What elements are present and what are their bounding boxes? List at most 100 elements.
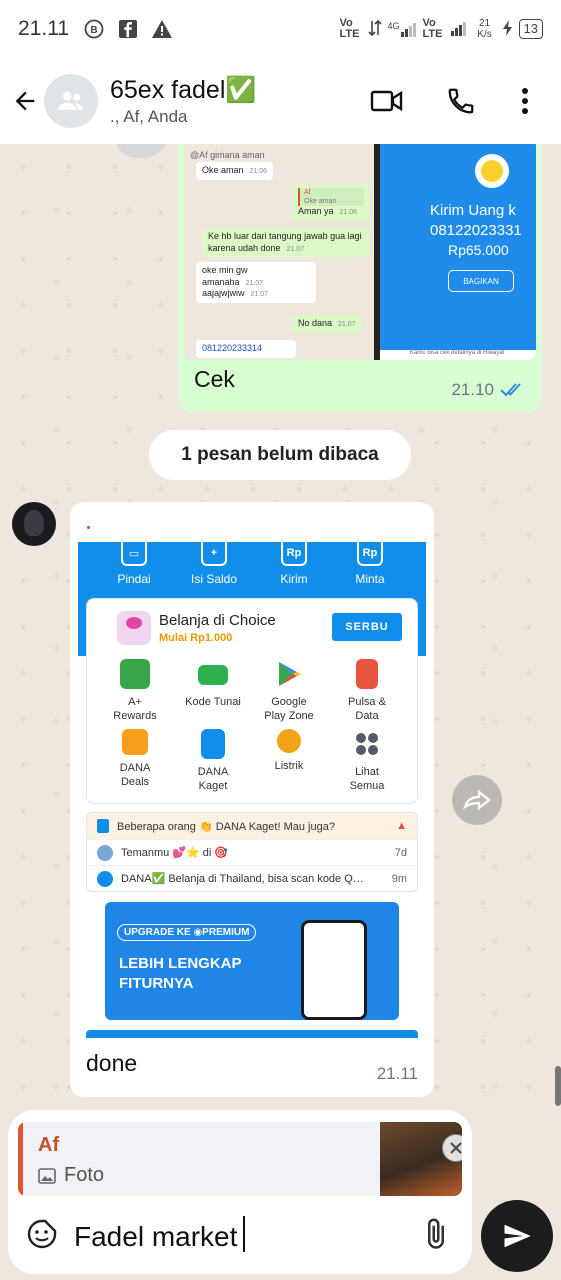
promo-title: Belanja di Choice [159,612,276,629]
signal-icon [450,20,467,39]
google-play-icon [279,662,301,686]
close-icon [450,1142,462,1154]
status-bar: 21.11 B Vo LTE 4G Vo LTE 21 K/s 13 [0,0,561,58]
banner-tag: UPGRADE KE ◉PREMIUM [117,924,257,941]
video-call-button[interactable] [362,76,412,126]
notif-temanmu: Temanmu 💕⭐ di 🎯 7d [87,839,417,865]
net-speed: 21 K/s [477,18,492,40]
lazada-choice-logo [117,611,151,645]
phone-icon [448,88,474,114]
unread-divider: 1 pesan belum dibaca [149,430,411,480]
svc-lihat-semua: Lihat Semua [331,729,403,794]
volte-icon: Vo LTE [339,17,360,40]
more-options-button[interactable] [502,76,548,126]
reply-preview[interactable]: Af Foto [18,1122,462,1196]
dana-avatar [97,870,113,887]
image-attachment[interactable]: @Af gimana aman Oke aman 21.06 Af Oke ama… [184,144,536,360]
transfer-number: 08122023331 [430,222,522,239]
forward-button[interactable] [452,775,502,825]
attach-button[interactable] [418,1216,454,1252]
message-caption: done [86,1050,138,1076]
qa-minta: Rp Minta [330,542,410,586]
cash-icon [198,665,228,685]
chat-title: 65ex fadel✅ [110,75,257,104]
banner-text: LEBIH LENGKAP FITURNYA [119,955,242,992]
chat-header: 65ex fadel✅ ., Af, Anda [0,58,561,144]
chat-title-area[interactable]: 65ex fadel✅ ., Af, Anda [110,76,257,127]
transfer-amount: Rp65.000 [448,242,509,258]
message-time: 21.11 [376,1064,418,1083]
sticker-icon [27,1219,57,1249]
emoji-button[interactable] [26,1218,58,1250]
close-reply-button[interactable] [442,1134,462,1162]
send-button[interactable] [481,1200,553,1272]
double-check-icon [500,383,521,397]
friend-avatar [97,844,113,861]
send-icon [504,1224,531,1248]
kebab-menu-icon [522,88,528,114]
chat-area[interactable]: @Af gimana aman Oke aman 21.06 Af Oke ama… [0,144,561,1110]
message-caption: Cek [194,366,235,392]
svc-listrik: Listrik [253,729,325,773]
trophy-icon [120,659,150,689]
charging-icon [502,19,513,39]
mini-msg: @Af gimana aman [190,150,265,160]
video-camera-icon [370,90,403,112]
dana-bottom-strip [86,1030,418,1038]
image-attachment[interactable]: ▭ Pindai + Isi Saldo Rp Kirim Rp Minta Belan… [78,542,426,1038]
group-icon [58,91,83,110]
warning-icon [151,18,173,40]
signal-4g-icon: 4G [388,21,417,37]
arrow-left-icon [15,91,35,111]
photo-icon [38,1167,56,1184]
mini-msg: Ke hb luar dari tangung jawab gua lagi k… [202,228,370,258]
forward-icon [463,789,491,811]
back-button[interactable] [0,76,50,126]
message-time: 21.10 [451,380,494,399]
b-badge-icon: B [83,18,105,40]
volte2-icon: Vo LTE [422,17,443,40]
qa-pindai: ▭ Pindai [94,542,174,586]
notif-kaget: Beberapa orang 👏 DANA Kaget! Mau juga? ▲ [87,813,417,839]
transfer-footer: Kamu bisa cek detailnya di Riwayat [380,350,536,360]
voice-call-button[interactable] [436,76,486,126]
incoming-image-message[interactable]: ▭ Pindai + Isi Saldo Rp Kirim Rp Minta Belan… [70,502,434,1097]
scrollbar[interactable] [555,1066,561,1106]
svc-kaget: DANA Kaget [177,729,249,794]
svg-text:B: B [90,25,97,36]
message-input[interactable] [74,1218,404,1256]
text-caret [243,1216,245,1252]
qa-isi-saldo: + Isi Saldo [174,542,254,586]
screenshot-chat-panel: @Af gimana aman Oke aman 21.06 Af Oke ama… [184,144,380,360]
notification-list: Beberapa orang 👏 DANA Kaget! Mau juga? ▲ … [86,812,418,892]
mini-msg: oke min gw amanaha 21.07 aajajwjwiw 21.07 [196,262,316,304]
phone-card-icon [356,659,378,689]
group-avatar[interactable] [44,74,98,128]
status-time: 21.11 [18,17,69,40]
message-meta: 21.10 [451,380,526,400]
promo-button: SERBU [332,613,402,641]
outgoing-image-message[interactable]: @Af gimana aman Oke aman 21.06 Af Oke ama… [178,144,542,412]
kaget-icon [201,729,225,759]
share-button: BAGIKAN [448,270,514,292]
battery-level: 13 [518,19,543,39]
kaget-icon [97,819,109,833]
grid-icon [356,733,378,755]
compose-box: Af Foto [8,1110,472,1274]
sender-avatar[interactable] [12,502,56,546]
reply-sender: Af [38,1134,60,1156]
data-arrows-icon [367,19,382,40]
mini-msg: 081220233314 [196,340,296,358]
transfer-title: Kirim Uang k [430,202,516,219]
sender-indicator [87,526,90,529]
bulb-icon [277,729,301,753]
mini-msg: Af Oke aman Aman ya 21.06 [292,185,370,221]
fire-icon: ▲ [396,820,407,832]
mini-msg: Oke aman 21.06 [196,162,274,180]
svc-deals: DANA Deals [99,729,171,790]
deals-icon [122,729,148,755]
partial-avatar [116,144,166,158]
mini-msg: No dana 21.07 [292,315,362,333]
svc-kode-tunai: Kode Tunai [177,659,249,709]
facebook-icon [117,18,139,40]
